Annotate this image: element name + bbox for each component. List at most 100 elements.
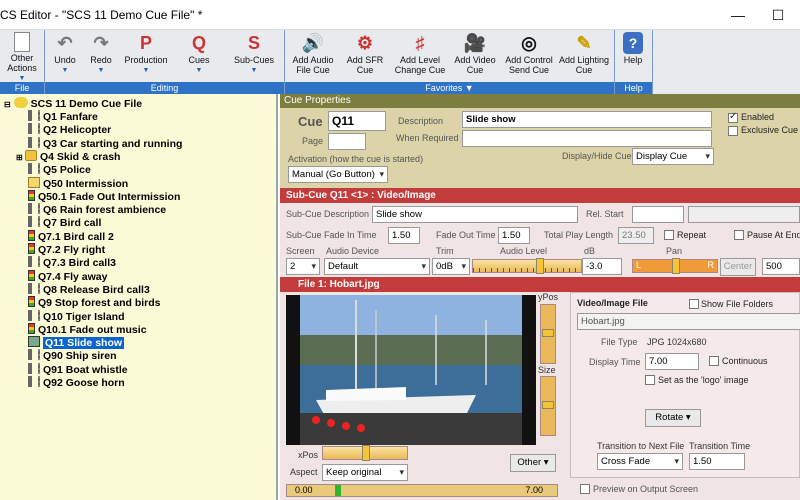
filename-field[interactable]: Hobart.jpg — [577, 313, 800, 330]
add-level-change-cue-button[interactable]: ♯ Add Level Change Cue — [392, 30, 448, 82]
tree-item[interactable]: Q50 Intermission — [28, 176, 128, 190]
pause-at-end-checkbox[interactable] — [734, 230, 744, 240]
timeline-slider[interactable]: 0.00 7.00 — [286, 484, 558, 497]
audio-level-slider[interactable] — [472, 258, 582, 274]
production-button[interactable]: P Production ▼ — [120, 30, 172, 82]
tree-item-label: Q8 Release Bird call3 — [43, 283, 150, 296]
tree-item[interactable]: Q10.1 Fade out music — [28, 322, 147, 336]
speaker-icon — [28, 256, 40, 268]
redo-button[interactable]: ↷ Redo ▼ — [84, 30, 118, 82]
minimize-button[interactable]: — — [718, 4, 758, 26]
tree-item[interactable]: Q90 Ship siren — [28, 349, 117, 362]
tree-item[interactable]: Q7.4 Fly away — [28, 269, 107, 283]
add-audio-file-cue-button[interactable]: 🔊 Add Audio File Cue — [288, 30, 338, 82]
sub-cues-label: Sub-Cues — [233, 55, 275, 65]
sub-cues-button[interactable]: S Sub-Cues ▼ — [228, 30, 280, 82]
add-sfr-cue-button[interactable]: ⚙ Add SFR Cue — [340, 30, 390, 82]
cues-label: Cues — [188, 55, 210, 65]
rotate-button[interactable]: Rotate ▾ — [645, 409, 701, 427]
display-time-input[interactable]: 7.00 — [645, 353, 699, 370]
tree-item[interactable]: Q10 Tiger Island — [28, 309, 125, 323]
center-button[interactable]: Center — [720, 258, 756, 276]
exclusive-cue-checkbox[interactable] — [728, 126, 738, 136]
pan-knob[interactable] — [672, 258, 680, 274]
production-label: Production — [124, 55, 168, 65]
preview-label: Preview on Output Screen — [593, 484, 699, 494]
tree-item[interactable]: Q7.1 Bird call 2 — [28, 229, 114, 243]
tree-item[interactable]: Q3 Car starting and running — [28, 136, 182, 150]
pan-slider[interactable]: L R — [632, 258, 718, 274]
tree-item[interactable]: Q7 Bird call — [28, 216, 101, 229]
expand-icon[interactable]: ⊞ — [16, 153, 25, 162]
tree-item[interactable]: Q2 Helicopter — [28, 123, 111, 136]
logo-image-checkbox[interactable] — [645, 375, 655, 385]
sub-cues-icon: S — [247, 33, 260, 53]
tree-item[interactable]: Q6 Rain forest ambience — [28, 203, 166, 216]
tree-item[interactable]: Q9 Stop forest and birds — [28, 296, 161, 309]
tree-root[interactable]: ⊟ SCS 11 Demo Cue File — [4, 97, 142, 110]
tree-item-label: Q11 Slide show — [43, 337, 125, 350]
group-favorites[interactable]: Favorites ▼ — [285, 82, 614, 94]
pan-value-input[interactable]: 500 — [762, 258, 800, 275]
tree-item[interactable]: ⊞ Q4 Skid & crash — [16, 149, 120, 163]
continuous-checkbox[interactable] — [709, 356, 719, 366]
screen-label: Screen — [286, 246, 315, 256]
cue-properties-header: Cue Properties — [280, 94, 800, 108]
other-actions-button[interactable]: Other Actions ▼ — [4, 30, 40, 82]
display-time-label: Display Time — [589, 357, 641, 367]
tree-item[interactable]: Q50.1 Fade Out Intermission — [28, 189, 180, 203]
video-image-panel: yPos Size xPos Aspect Keep original Othe… — [280, 292, 800, 500]
fade-out-input[interactable]: 1.50 — [498, 227, 530, 244]
preview-checkbox[interactable] — [580, 484, 590, 494]
when-required-input[interactable] — [462, 130, 712, 147]
tree-item[interactable]: Q92 Goose horn — [28, 376, 125, 389]
repeat-checkbox[interactable] — [664, 230, 674, 240]
add-level-label: Add Level Change Cue — [394, 55, 446, 75]
screen-select[interactable]: 2 — [286, 258, 320, 275]
page-input[interactable] — [328, 133, 366, 150]
window-title: CS Editor - "SCS 11 Demo Cue File" * — [0, 8, 203, 22]
tree-item[interactable]: Q5 Police — [28, 163, 91, 176]
description-input[interactable]: Slide show — [462, 111, 712, 128]
add-control-send-cue-button[interactable]: ◎ Add Control Send Cue — [502, 30, 556, 82]
speaker-icon — [28, 362, 40, 374]
tree-item[interactable]: Q91 Boat whistle — [28, 362, 128, 376]
size-slider[interactable] — [540, 376, 556, 436]
image-preview — [286, 295, 536, 445]
tree-item[interactable]: Q7.3 Bird call3 — [28, 256, 116, 269]
lighting-icon: ✎ — [576, 33, 592, 53]
activation-select[interactable]: Manual (Go Button) — [288, 166, 388, 183]
cues-button[interactable]: Q Cues ▼ — [176, 30, 222, 82]
enabled-checkbox[interactable] — [728, 111, 738, 123]
tree-item[interactable]: Q7.2 Fly right — [28, 243, 105, 256]
group-file: File — [0, 82, 44, 94]
cue-number-input[interactable]: Q11 — [328, 111, 386, 131]
display-hide-select[interactable]: Display Cue — [632, 148, 714, 165]
tree-item[interactable]: Q8 Release Bird call3 — [28, 282, 150, 296]
maximize-button[interactable]: ☐ — [758, 4, 798, 26]
transition-select[interactable]: Cross Fade — [597, 453, 683, 470]
other-button[interactable]: Other ▾ — [510, 454, 556, 472]
fade-in-input[interactable]: 1.50 — [388, 227, 420, 244]
undo-button[interactable]: ↶ Undo ▼ — [48, 30, 82, 82]
sub-cue-description-input[interactable]: Slide show — [372, 206, 578, 223]
add-lighting-cue-button[interactable]: ✎ Add Lighting Cue — [558, 30, 610, 82]
show-folders-checkbox[interactable] — [689, 299, 699, 309]
tree-item[interactable]: Q1 Fanfare — [28, 110, 98, 123]
audio-level-knob[interactable] — [536, 258, 544, 274]
timeline-start: 0.00 — [295, 485, 313, 495]
db-input[interactable]: -3.0 — [582, 258, 622, 275]
help-button[interactable]: ? Help — [616, 30, 650, 82]
xpos-slider[interactable] — [322, 445, 408, 461]
transition-time-input[interactable]: 1.50 — [689, 453, 745, 470]
timeline-marker[interactable] — [335, 485, 341, 496]
trim-select[interactable]: 0dB — [432, 258, 470, 275]
xpos-knob[interactable] — [362, 445, 370, 461]
tree-item[interactable]: Q11 Slide show — [28, 336, 125, 350]
add-video-cue-button[interactable]: 🎥 Add Video Cue — [450, 30, 500, 82]
aspect-select[interactable]: Keep original — [322, 464, 408, 481]
ypos-slider[interactable] — [540, 304, 556, 364]
rel-start-input[interactable] — [632, 206, 684, 223]
audio-device-select[interactable]: Default — [324, 258, 430, 275]
sub-cue-description-label: Sub-Cue Description — [286, 209, 370, 219]
